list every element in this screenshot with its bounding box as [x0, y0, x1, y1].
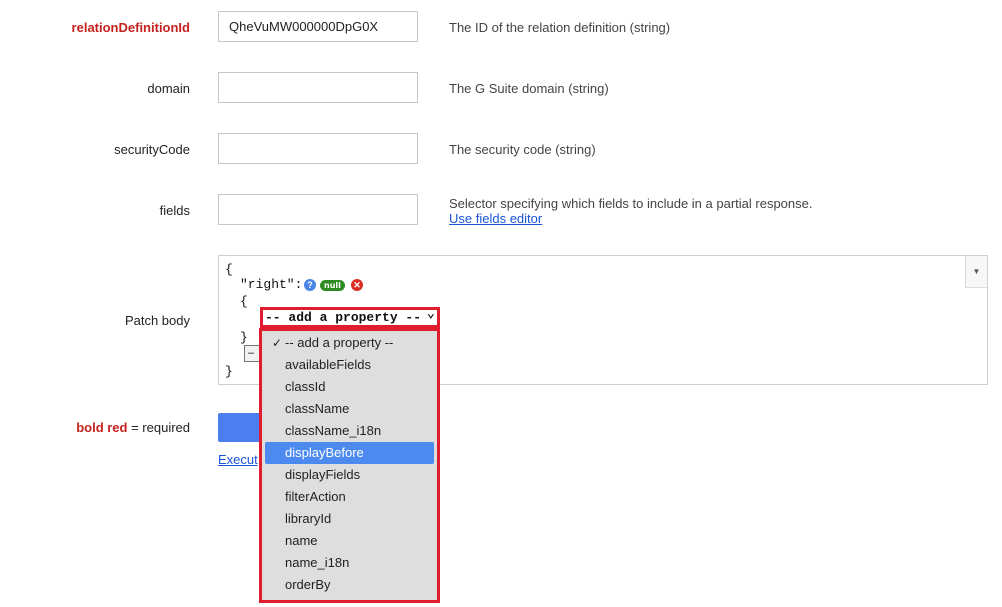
dropdown-option[interactable]: displayFields	[265, 464, 434, 486]
json-inner-close-brace: }	[240, 330, 248, 345]
dropdown-option[interactable]: ✓ -- add a property --	[265, 332, 434, 354]
add-property-dropdown[interactable]: ✓ -- add a property -- availableFields cl…	[259, 328, 440, 603]
add-property-select[interactable]: -- add a property -- ⌄	[260, 307, 440, 328]
dropdown-option[interactable]: name	[265, 530, 434, 552]
domain-input[interactable]	[218, 72, 418, 103]
check-icon: ✓	[272, 336, 283, 350]
json-inner-open-brace: {	[240, 294, 248, 309]
relation-definition-id-input[interactable]: QheVuMW000000DpG0X	[218, 11, 418, 42]
remove-icon[interactable]: ✕	[351, 279, 363, 291]
required-legend-suffix: = required	[127, 420, 190, 435]
required-legend: bold red = required	[76, 420, 190, 435]
dropdown-option[interactable]: filterAction	[265, 486, 434, 508]
fields-input[interactable]	[218, 194, 418, 225]
dropdown-option[interactable]: className_i18n	[265, 420, 434, 442]
chevron-down-icon: ⌄	[426, 306, 435, 322]
relation-definition-id-description: The ID of the relation definition (strin…	[449, 20, 671, 35]
dropdown-option[interactable]: availableFields	[265, 354, 434, 376]
relation-definition-id-label: relationDefinitionId	[71, 20, 190, 35]
dropdown-option[interactable]: className	[265, 398, 434, 420]
security-code-input[interactable]	[218, 133, 418, 164]
execute-link[interactable]: Execut	[218, 452, 258, 467]
json-open-brace: {	[225, 262, 233, 277]
dropdown-option[interactable]: libraryId	[265, 508, 434, 530]
dropdown-option[interactable]: classId	[265, 376, 434, 398]
required-legend-highlight: bold red	[76, 420, 128, 435]
null-badge[interactable]: null	[320, 280, 345, 291]
json-key-right: "right":	[240, 277, 303, 292]
domain-description: The G Suite domain (string)	[449, 81, 609, 96]
dropdown-option-highlighted[interactable]: displayBefore	[265, 442, 434, 464]
help-icon[interactable]: ?	[304, 279, 316, 291]
fields-label: fields	[159, 203, 190, 218]
dropdown-option[interactable]: name_i18n	[265, 552, 434, 574]
domain-label: domain	[147, 81, 190, 96]
security-code-label: securityCode	[114, 142, 190, 157]
security-code-description: The security code (string)	[449, 142, 596, 157]
execute-button[interactable]	[218, 413, 262, 442]
fields-description: Selector specifying which fields to incl…	[449, 196, 813, 211]
add-property-select-value: -- add a property --	[265, 310, 422, 325]
patch-body-label: Patch body	[124, 313, 190, 328]
dropdown-option[interactable]: orderBy	[265, 574, 434, 596]
use-fields-editor-link[interactable]: Use fields editor	[449, 211, 542, 226]
json-close-brace: }	[225, 364, 233, 379]
editor-dropdown-toggle[interactable]: ▼	[965, 256, 987, 288]
